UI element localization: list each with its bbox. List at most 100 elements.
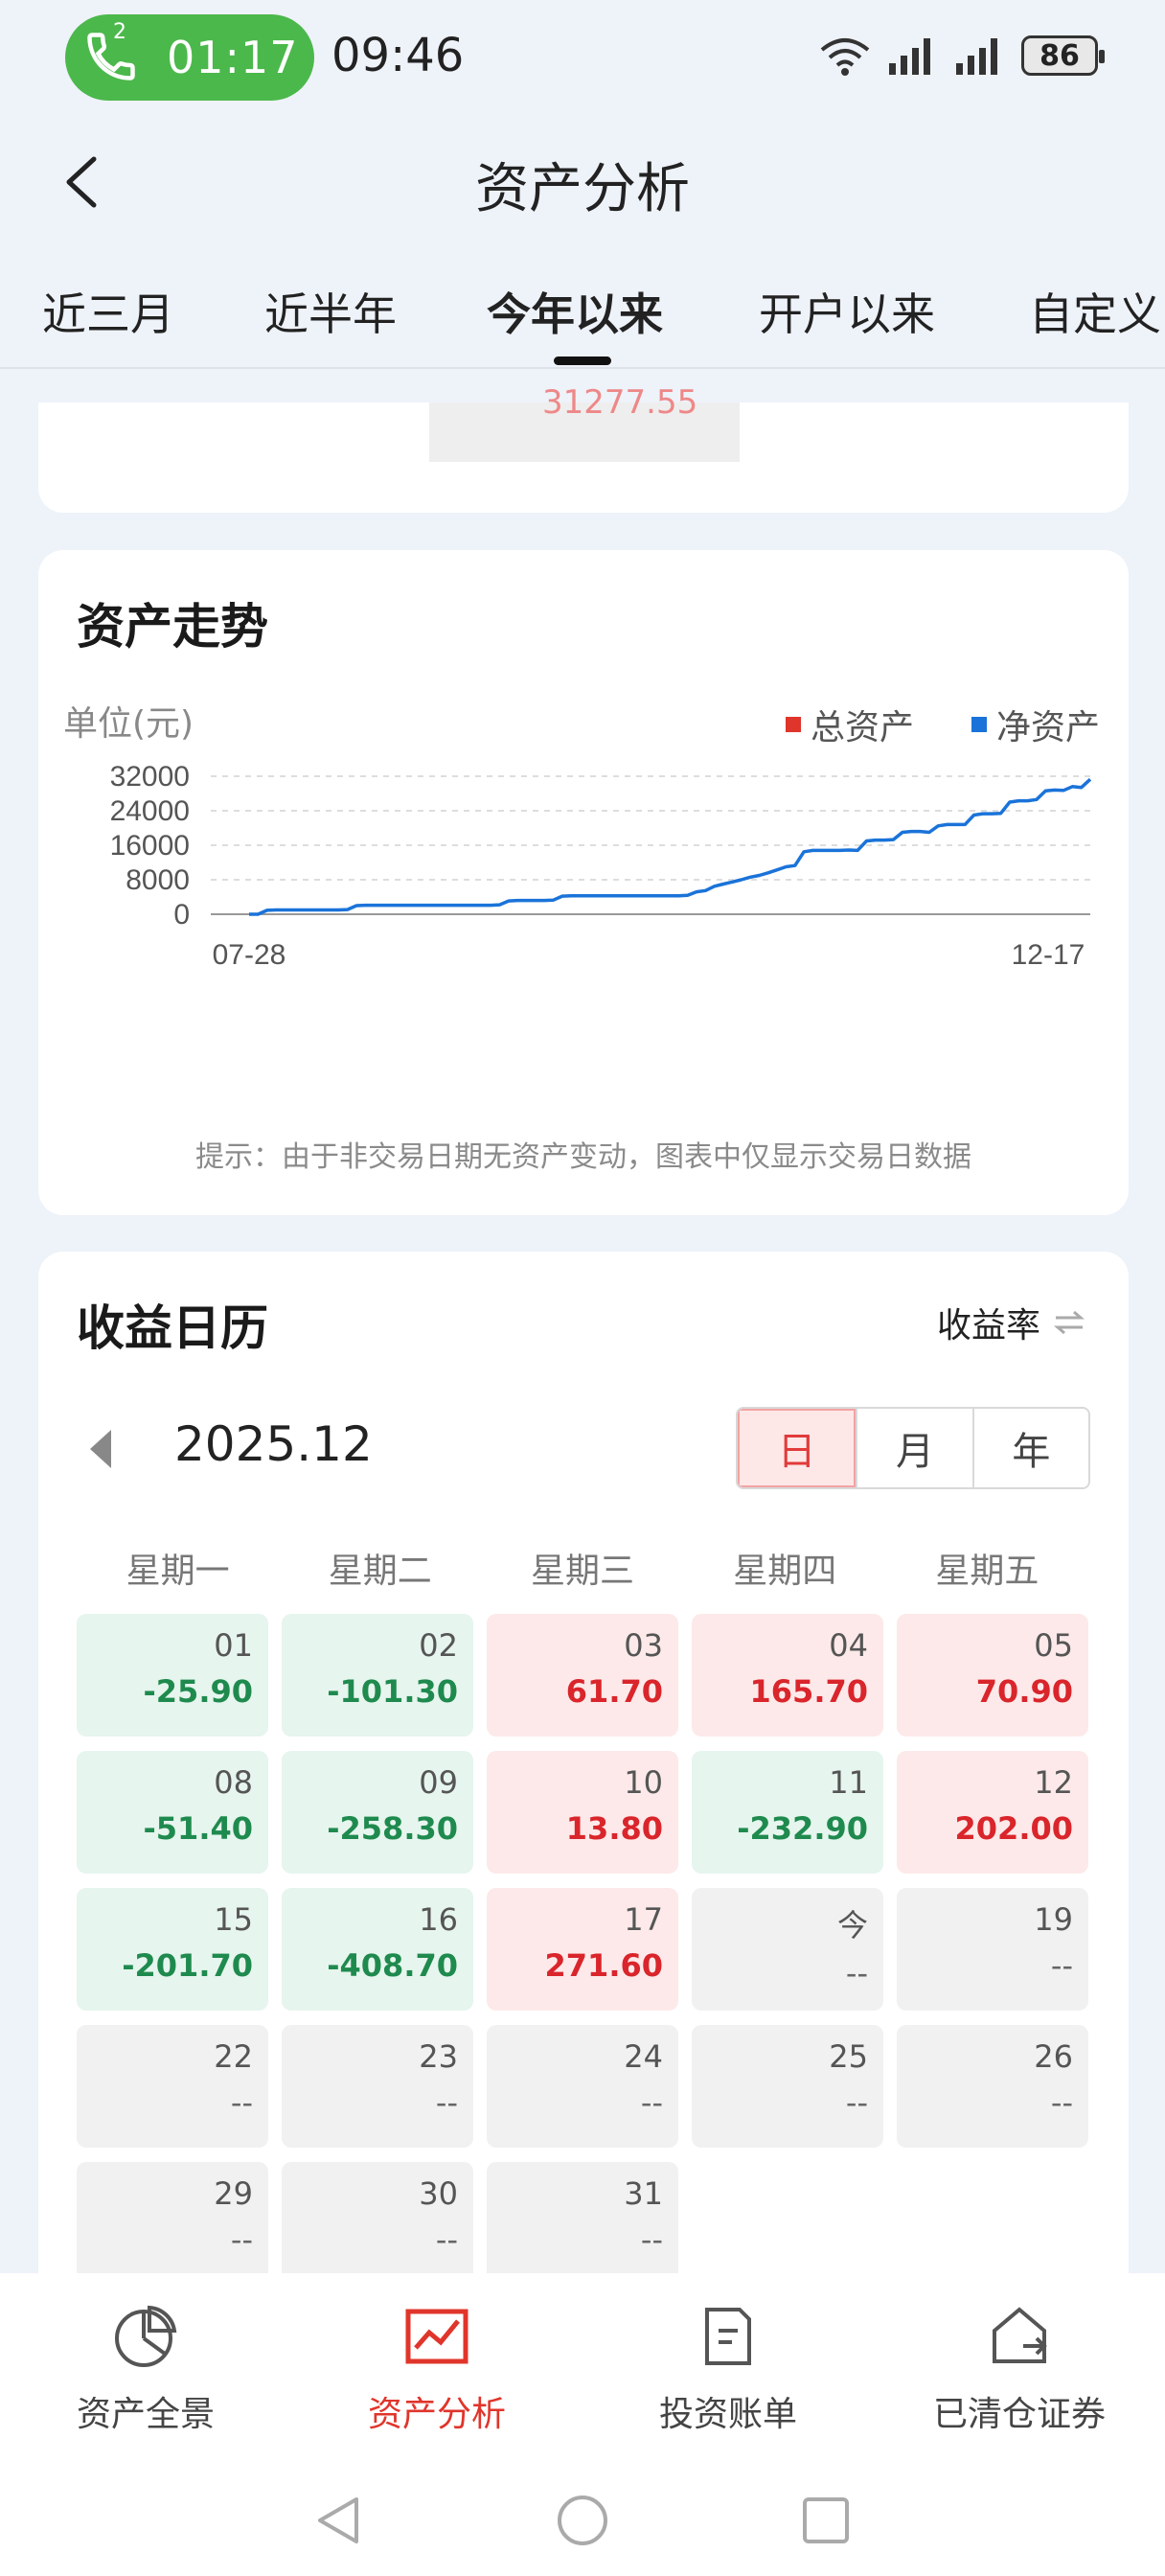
day-profit: -- <box>230 2221 253 2258</box>
day-profit: -- <box>845 1955 868 1991</box>
calendar-day-cell[interactable]: 04 165.70 <box>692 1614 883 1736</box>
calendar-day-cell[interactable]: 02 -101.30 <box>282 1614 473 1736</box>
unit-label: 单位(元) <box>63 704 194 744</box>
legend-total-label: 总资产 <box>810 708 914 748</box>
calendar-day-cell[interactable]: 11 -232.90 <box>692 1751 883 1874</box>
legend-total-assets[interactable]: 总资产 <box>785 700 914 749</box>
signal-icon-2 <box>956 38 997 75</box>
profit-calendar-card: 收益日历 收益率 2025.12 日 月 年 星期一 星期二 星期三 星期四 星… <box>38 1252 1129 2325</box>
calendar-day-cell[interactable]: 05 70.90 <box>897 1614 1088 1736</box>
house-exit-icon <box>993 2307 1047 2363</box>
day-number: 09 <box>419 1764 458 1801</box>
nav-label-overview: 资产全景 <box>76 2395 215 2434</box>
calendar-day-cell[interactable]: 19 -- <box>897 1888 1088 2011</box>
legend-net-label: 净资产 <box>995 708 1100 748</box>
pie-chart-icon <box>115 2305 177 2367</box>
system-recents-icon[interactable] <box>795 2490 857 2551</box>
calendar-day-cell[interactable]: 今 -- <box>692 1888 883 2011</box>
system-navigation-bar <box>0 2465 1165 2576</box>
calendar-day-cell[interactable]: 16 -408.70 <box>282 1888 473 2011</box>
rate-toggle-label: 收益率 <box>936 1306 1040 1346</box>
day-profit: 61.70 <box>565 1673 663 1710</box>
segment-day[interactable]: 日 <box>738 1409 857 1487</box>
weekday-mon: 星期一 <box>126 1552 230 1591</box>
calendar-day-cell[interactable]: 22 -- <box>77 2025 268 2148</box>
day-profit: 165.70 <box>749 1673 868 1710</box>
day-profit: 70.90 <box>975 1673 1073 1710</box>
day-profit: -- <box>435 2084 458 2121</box>
tab-year-to-date[interactable]: 今年以来 <box>487 280 663 343</box>
day-number: 17 <box>624 1901 663 1938</box>
month-label: 2025.12 <box>174 1416 373 1472</box>
day-number: 12 <box>1034 1764 1073 1801</box>
system-home-icon[interactable] <box>552 2490 613 2551</box>
day-profit: -- <box>435 2221 458 2258</box>
prev-month-icon[interactable] <box>80 1422 119 1476</box>
series-line-net-assets <box>249 777 1092 916</box>
tab-custom[interactable]: 自定义 <box>1029 280 1161 343</box>
tab-last-6-months[interactable]: 近半年 <box>264 280 397 343</box>
day-number: 02 <box>419 1627 458 1664</box>
bottom-nav: 资产全景 资产分析 投资账单 已清仓证券 <box>0 2273 1165 2465</box>
day-profit: -- <box>845 2084 868 2121</box>
day-number: 05 <box>1034 1627 1073 1664</box>
day-number: 19 <box>1034 1901 1073 1938</box>
calendar-day-cell[interactable]: 12 202.00 <box>897 1751 1088 1874</box>
document-icon <box>705 2308 751 2365</box>
calendar-day-cell[interactable]: 15 -201.70 <box>77 1888 268 2011</box>
x-tick-label: 12-17 <box>1012 939 1085 971</box>
calendar-day-cell[interactable]: 29 -- <box>77 2162 268 2285</box>
tab-since-opening[interactable]: 开户以来 <box>759 280 935 343</box>
calendar-day-cell[interactable]: 30 -- <box>282 2162 473 2285</box>
status-bar: 2 01:17 09:46 86 <box>0 0 1165 115</box>
tab-last-3-months[interactable]: 近三月 <box>42 280 174 343</box>
asset-trend-card: 资产走势 单位(元) 总资产 净资产 0 8000 16000 24000 32000 0… <box>38 550 1129 1215</box>
weekday-tue: 星期二 <box>328 1552 432 1591</box>
day-profit: -201.70 <box>122 1947 253 1984</box>
system-back-icon[interactable] <box>308 2490 370 2551</box>
calendar-day-cell[interactable]: 23 -- <box>282 2025 473 2148</box>
calendar-title: 收益日历 <box>77 1300 268 1356</box>
call-indicator[interactable]: 2 01:17 <box>65 14 314 101</box>
day-profit: -101.30 <box>327 1673 458 1710</box>
y-tick-label: 8000 <box>126 864 190 896</box>
calendar-day-cell[interactable]: 24 -- <box>487 2025 678 2148</box>
calendar-day-cell[interactable]: 01 -25.90 <box>77 1614 268 1736</box>
nav-cleared-securities[interactable]: 已清仓证券 <box>874 2273 1165 2465</box>
calendar-day-cell[interactable]: 17 271.60 <box>487 1888 678 2011</box>
calendar-day-cell[interactable]: 08 -51.40 <box>77 1751 268 1874</box>
segment-year[interactable]: 年 <box>971 1409 1088 1487</box>
legend-swatch-total <box>785 717 801 732</box>
nav-investment-bill[interactable]: 投资账单 <box>582 2273 874 2465</box>
phone-icon <box>87 33 135 80</box>
y-tick-label: 0 <box>173 899 190 931</box>
calendar-day-cell[interactable]: 31 -- <box>487 2162 678 2285</box>
tab-indicator <box>554 356 611 365</box>
granularity-segment: 日 月 年 <box>736 1407 1090 1489</box>
legend-net-assets[interactable]: 净资产 <box>971 700 1100 749</box>
calendar-day-cell[interactable]: 03 61.70 <box>487 1614 678 1736</box>
swap-arrows-icon <box>1054 1310 1085 1335</box>
day-number: 16 <box>419 1901 458 1938</box>
asset-trend-chart[interactable]: 08000160002400032000 07-28 12-17 <box>38 761 1129 1010</box>
segment-month[interactable]: 月 <box>856 1409 971 1487</box>
calendar-day-cell[interactable]: 09 -258.30 <box>282 1751 473 1874</box>
x-tick-label: 07-28 <box>213 939 286 971</box>
weekday-wed: 星期三 <box>531 1552 635 1591</box>
header: 资产分析 <box>0 125 1165 240</box>
wifi-icon <box>820 38 870 76</box>
calendar-day-cell[interactable]: 10 13.80 <box>487 1751 678 1874</box>
day-number: 29 <box>214 2175 253 2212</box>
system-icons: 86 <box>818 34 1105 77</box>
calendar-day-cell[interactable]: 26 -- <box>897 2025 1088 2148</box>
rate-toggle[interactable]: 收益率 <box>937 1298 1085 1347</box>
day-number: 24 <box>624 2038 663 2075</box>
calendar-day-cell[interactable]: 25 -- <box>692 2025 883 2148</box>
day-profit: -408.70 <box>327 1947 458 1984</box>
nav-asset-overview[interactable]: 资产全景 <box>0 2273 291 2465</box>
day-profit: -- <box>1050 2084 1073 2121</box>
clock: 09:46 <box>331 29 465 82</box>
nav-asset-analysis[interactable]: 资产分析 <box>291 2273 582 2465</box>
day-number: 今 <box>836 1907 868 1944</box>
day-profit: 202.00 <box>954 1810 1073 1847</box>
